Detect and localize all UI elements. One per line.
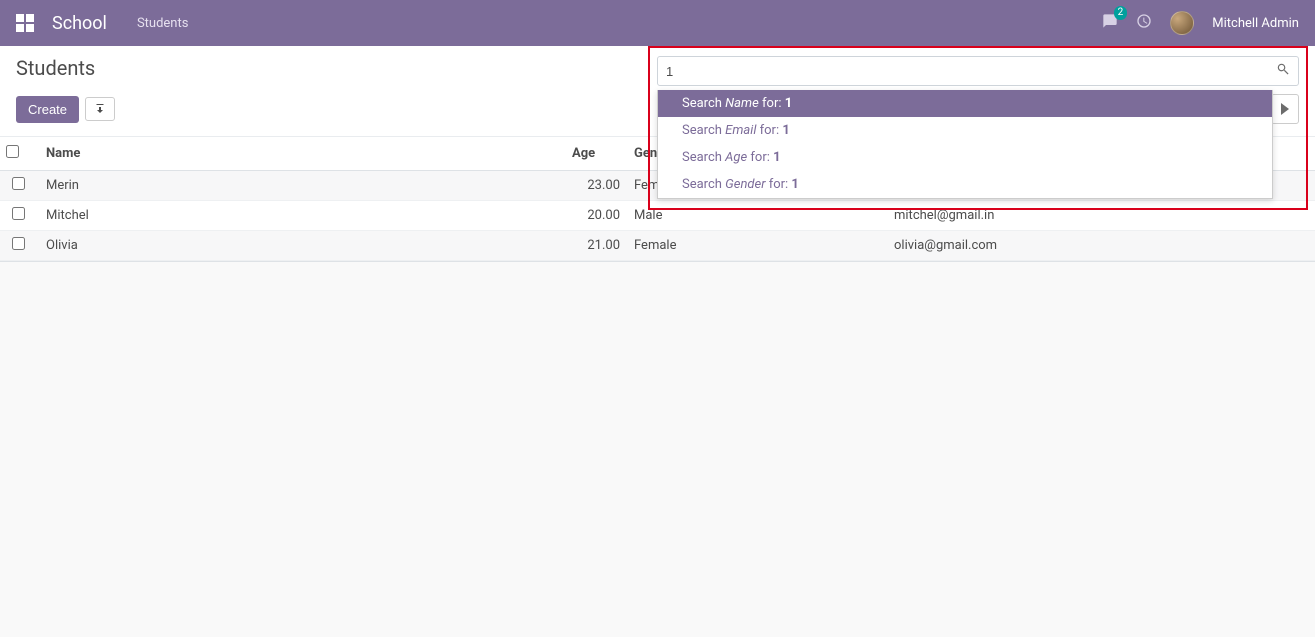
create-button[interactable]: Create <box>16 96 79 123</box>
row-checkbox[interactable] <box>12 237 25 250</box>
cell-name: Merin <box>36 171 566 201</box>
chevron-right-icon <box>1281 103 1289 115</box>
search-icon[interactable] <box>1276 62 1290 80</box>
select-all-header <box>0 137 36 171</box>
search-zone: Search Name for: 1Search Email for: 1Sea… <box>657 56 1299 86</box>
cell-gender: Female <box>626 231 886 261</box>
row-checkbox[interactable] <box>12 177 25 190</box>
import-button[interactable] <box>85 97 115 121</box>
activity-icon[interactable] <box>1136 13 1152 33</box>
cell-age: 20.00 <box>566 201 626 231</box>
notification-badge: 2 <box>1114 6 1128 20</box>
search-input[interactable] <box>666 64 1276 79</box>
user-avatar[interactable] <box>1170 11 1194 35</box>
select-all-checkbox[interactable] <box>6 145 19 158</box>
cell-age: 21.00 <box>566 231 626 261</box>
cell-gender: Male <box>626 201 886 231</box>
messaging-icon[interactable]: 2 <box>1102 13 1118 33</box>
apps-icon[interactable] <box>16 14 34 32</box>
cell-age: 23.00 <box>566 171 626 201</box>
search-autocomplete: Search Name for: 1Search Email for: 1Sea… <box>657 90 1273 199</box>
nav-menu-students[interactable]: Students <box>137 16 189 31</box>
row-checkbox[interactable] <box>12 207 25 220</box>
search-suggestion[interactable]: Search Gender for: 1 <box>658 171 1272 198</box>
col-header-age[interactable]: Age <box>566 137 626 171</box>
app-brand[interactable]: School <box>52 13 107 34</box>
top-navbar: School Students 2 Mitchell Admin <box>0 0 1315 46</box>
search-suggestion[interactable]: Search Name for: 1 <box>658 90 1272 117</box>
search-input-wrap[interactable] <box>657 56 1299 86</box>
table-row[interactable]: Olivia21.00Femaleolivia@gmail.com <box>0 231 1315 261</box>
search-suggestion[interactable]: Search Email for: 1 <box>658 117 1272 144</box>
search-suggestion[interactable]: Search Age for: 1 <box>658 144 1272 171</box>
col-header-name[interactable]: Name <box>36 137 566 171</box>
control-panel: Students Create Search Name for: 1Search… <box>0 46 1315 137</box>
cell-name: Mitchel <box>36 201 566 231</box>
download-icon <box>94 103 106 115</box>
pager-next-button[interactable] <box>1271 94 1299 124</box>
page-title: Students <box>16 56 95 80</box>
table-row[interactable]: Mitchel20.00Malemitchel@gmail.in <box>0 201 1315 231</box>
user-name[interactable]: Mitchell Admin <box>1212 16 1299 31</box>
cell-email: mitchel@gmail.in <box>886 201 1315 231</box>
cell-email: olivia@gmail.com <box>886 231 1315 261</box>
cell-name: Olivia <box>36 231 566 261</box>
